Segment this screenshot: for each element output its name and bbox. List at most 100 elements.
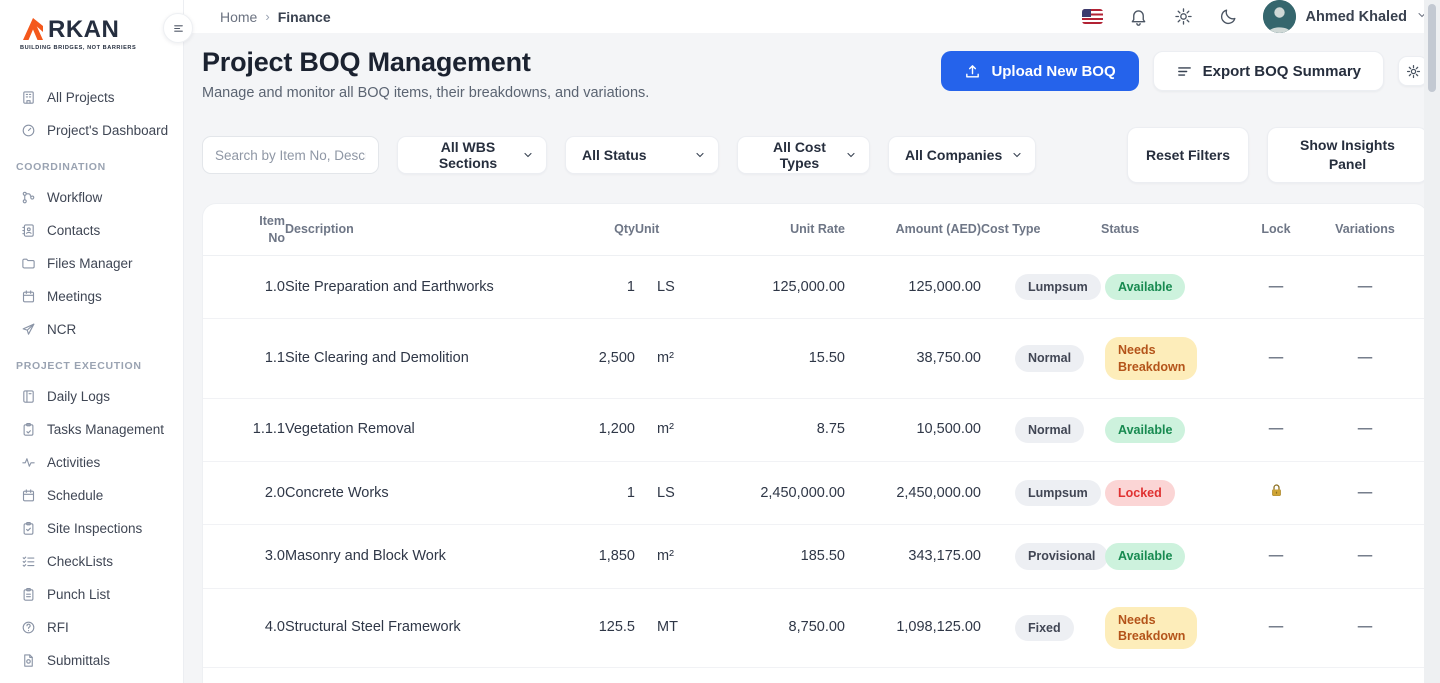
contacts-icon [20, 223, 36, 239]
table-row[interactable]: 3.0Masonry and Block Work1,850m²185.5034… [203, 525, 1427, 588]
app-window: RKAN BUILDING BRIDGES, NOT BARRIERS All … [0, 0, 1440, 683]
sidebar-item-checklists[interactable]: CheckLists [20, 545, 183, 578]
column-header-qty: Qty [537, 221, 635, 237]
sidebar-item-label: Meetings [47, 289, 102, 304]
column-header-lock: Lock [1231, 221, 1321, 237]
cell-variations: — [1321, 349, 1409, 368]
cell-lock: — [1231, 420, 1321, 439]
cell-amount: 38,750.00 [845, 349, 981, 368]
help-circle-icon [20, 620, 36, 636]
cell-variations: — [1321, 484, 1409, 503]
cell-unit-rate: 2,450,000.00 [715, 484, 845, 503]
cell-qty: 1,200 [537, 420, 635, 439]
cost-type-badge: Normal [1015, 345, 1084, 371]
clipboard-check-icon [20, 521, 36, 537]
scrollbar-thumb[interactable] [1428, 4, 1436, 92]
settings-gear-icon[interactable] [1173, 7, 1193, 27]
cell-lock: — [1231, 547, 1321, 566]
sidebar-item-submittals[interactable]: Submittals [20, 644, 183, 677]
header-actions: Upload New BOQ Export BOQ Summary [941, 47, 1428, 91]
table-row[interactable]: 1.1Site Clearing and Demolition2,500m²15… [203, 319, 1427, 399]
sidebar-item-label: Daily Logs [47, 389, 110, 404]
dropdown-all-status[interactable]: All Status [565, 136, 719, 174]
gear-icon [1406, 64, 1421, 79]
cell-variations: — [1321, 420, 1409, 439]
sidebar-item-daily-logs[interactable]: Daily Logs [20, 380, 183, 413]
ncr-icon [20, 322, 36, 338]
dropdown-value: All Status [582, 147, 647, 163]
user-name: Ahmed Khaled [1305, 9, 1407, 25]
table-row[interactable]: Mechanical, Electrical & [203, 668, 1427, 683]
export-boq-summary-button[interactable]: Export BOQ Summary [1153, 51, 1384, 91]
empty-value: — [1269, 619, 1284, 635]
breadcrumb-current[interactable]: Finance [278, 9, 331, 25]
show-insights-panel-button[interactable]: Show Insights Panel [1267, 127, 1428, 183]
logo-tagline: BUILDING BRIDGES, NOT BARRIERS [20, 45, 183, 51]
search-input[interactable] [202, 136, 379, 174]
column-header-variations: Variations [1321, 221, 1409, 237]
dropdown-all-companies[interactable]: All Companies [888, 136, 1036, 174]
cell-item-no: 1.1 [203, 349, 285, 368]
cell-unit: LS [635, 278, 715, 297]
sidebar-item-punch-list[interactable]: Punch List [20, 578, 183, 611]
sidebar-item-rfi[interactable]: RFI [20, 611, 183, 644]
sidebar-item-all-projects[interactable]: All Projects [20, 81, 183, 114]
cell-unit-rate: 185.50 [715, 547, 845, 566]
cell-description: Structural Steel Framework [285, 618, 500, 637]
reset-filters-button[interactable]: Reset Filters [1127, 127, 1249, 183]
cell-qty: 1,850 [537, 547, 635, 566]
cell-cost-type: Normal [981, 417, 1101, 443]
sidebar-item-site-inspections[interactable]: Site Inspections [20, 512, 183, 545]
sidebar-item-label: All Projects [47, 90, 115, 105]
cell-item-no: 1.0 [203, 278, 285, 297]
sidebar-item-files-manager[interactable]: Files Manager [20, 247, 183, 280]
status-badge: Available [1105, 543, 1185, 569]
table-row[interactable]: 1.1.1Vegetation Removal1,200m²8.7510,500… [203, 399, 1427, 462]
sidebar-item-schedule[interactable]: Schedule [20, 479, 183, 512]
user-menu[interactable]: Ahmed Khaled [1263, 0, 1428, 33]
sidebar-item-label: Files Manager [47, 256, 133, 271]
column-header-description: Description [285, 221, 537, 237]
cell-variations: — [1321, 278, 1409, 297]
cell-cost-type: Lumpsum [981, 274, 1101, 300]
chevron-down-icon [694, 149, 706, 161]
column-header-cost-type: Cost Type [981, 221, 1101, 237]
building-icon [20, 90, 36, 106]
dark-mode-moon-icon[interactable] [1218, 7, 1238, 27]
cell-amount: 10,500.00 [845, 420, 981, 439]
dropdown-all-cost-types[interactable]: All Cost Types [737, 136, 870, 174]
sidebar-menu: All ProjectsProject's DashboardCOORDINAT… [20, 81, 183, 677]
clipboard-task-icon [20, 422, 36, 438]
book-icon [20, 389, 36, 405]
filter-bar: All WBS Sections All Status All Cost Types… [202, 127, 1428, 183]
cell-qty: 1 [537, 484, 635, 503]
sidebar-item-contacts[interactable]: Contacts [20, 214, 183, 247]
table-row[interactable]: 2.0Concrete Works1LS2,450,000.002,450,00… [203, 462, 1427, 525]
status-badge: Locked [1105, 480, 1175, 506]
sidebar-item-label: CheckLists [47, 554, 113, 569]
table-row[interactable]: 4.0Structural Steel Framework125.5MT8,75… [203, 589, 1427, 669]
sidebar-item-workflow[interactable]: Workflow [20, 181, 183, 214]
table-row[interactable]: 1.0Site Preparation and Earthworks1LS125… [203, 256, 1427, 319]
sidebar-item-label: Workflow [47, 190, 102, 205]
sidebar-item-label: Tasks Management [47, 422, 164, 437]
sidebar-toggle-button[interactable] [163, 13, 193, 43]
sidebar-item-activities[interactable]: Activities [20, 446, 183, 479]
sidebar-item-tasks-management[interactable]: Tasks Management [20, 413, 183, 446]
breadcrumb-home[interactable]: Home [220, 9, 257, 25]
sidebar-section-label: PROJECT EXECUTION [16, 360, 183, 372]
dropdown-all-wbs-sections[interactable]: All WBS Sections [397, 136, 547, 174]
page-content: Project BOQ Management Manage and monito… [184, 33, 1440, 683]
sidebar-section-label: COORDINATION [16, 161, 183, 173]
sidebar-item-ncr[interactable]: NCR [20, 313, 183, 346]
sidebar-item-meetings[interactable]: Meetings [20, 280, 183, 313]
app-logo: RKAN BUILDING BRIDGES, NOT BARRIERS [20, 16, 183, 51]
cell-variations: — [1321, 547, 1409, 566]
sidebar-item-label: Punch List [47, 587, 110, 602]
cell-lock: — [1231, 278, 1321, 297]
sidebar-item-project-s-dashboard[interactable]: Project's Dashboard [20, 114, 183, 147]
language-flag-icon[interactable] [1082, 9, 1103, 24]
notifications-bell-icon[interactable] [1128, 7, 1148, 27]
upload-new-boq-button[interactable]: Upload New BOQ [941, 51, 1138, 91]
cell-amount: 2,450,000.00 [845, 484, 981, 503]
